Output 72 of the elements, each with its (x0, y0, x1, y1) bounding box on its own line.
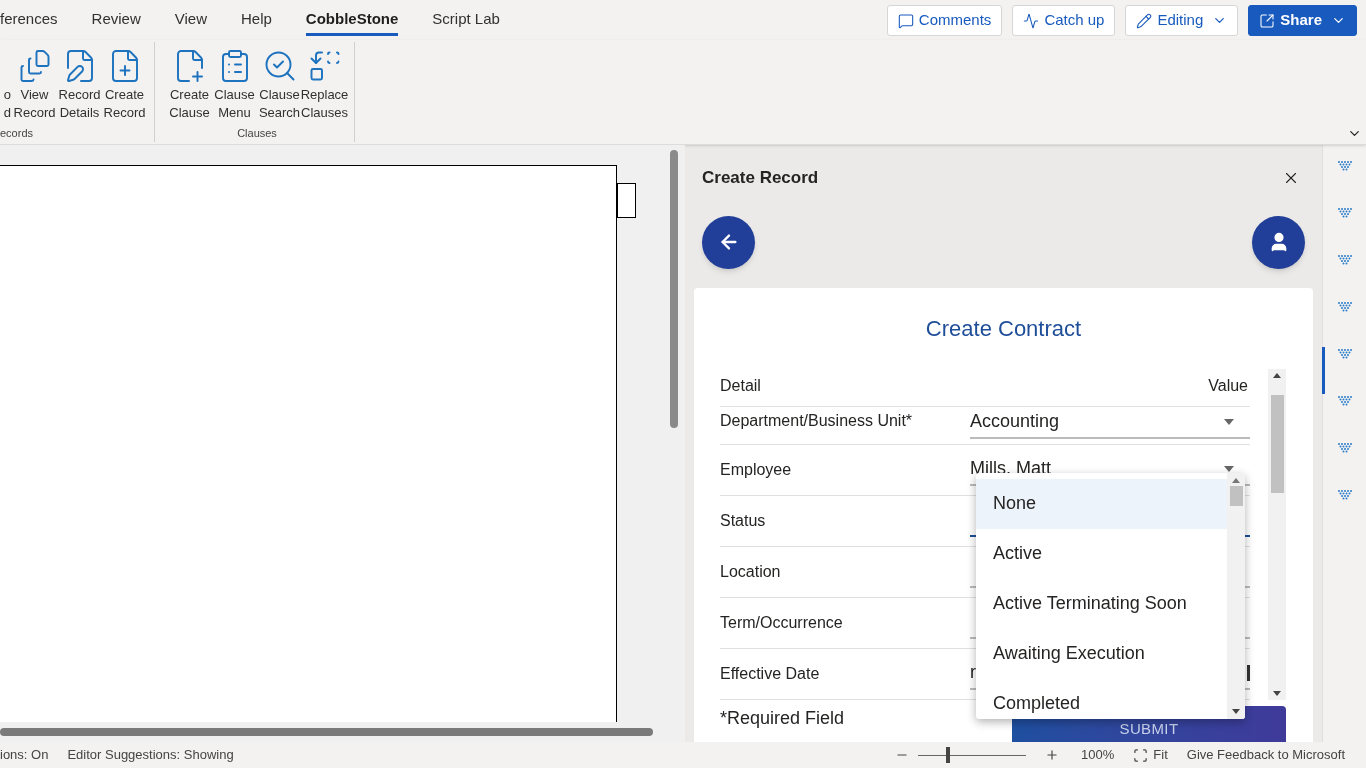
ribbon-button[interactable]: Clause Menu (213, 46, 256, 122)
dots-logo-icon[interactable] (1337, 255, 1354, 266)
dots-logo-icon[interactable] (1337, 396, 1354, 407)
dots-logo-icon[interactable] (1337, 443, 1354, 454)
dots-logo-icon[interactable] (1337, 302, 1354, 313)
ribbon-tab[interactable]: Script Lab (432, 9, 500, 36)
comment-marker (617, 183, 636, 218)
zoom-slider[interactable] (918, 747, 1027, 763)
calendar-icon[interactable] (1247, 664, 1250, 681)
field-label: Term/Occurrence (720, 612, 844, 633)
fit-button[interactable]: Fit (1153, 745, 1168, 765)
ribbon-tab[interactable]: Help (241, 9, 272, 36)
status-text: Editor Suggestions: Showing (67, 746, 234, 765)
dropdown-scrollbar[interactable] (1227, 472, 1245, 719)
field-label: Employee (720, 459, 793, 480)
dots-logo-icon[interactable] (1337, 490, 1354, 501)
ribbon-button[interactable]: Record Details (58, 46, 101, 122)
ribbon-tab[interactable]: Review (91, 9, 141, 36)
ribbon-button[interactable]: Create Record (103, 46, 146, 122)
field-label: Status (720, 510, 767, 531)
ribbon-button[interactable]: Replace Clauses (303, 46, 346, 122)
header-button[interactable]: Share (1248, 5, 1357, 36)
ribbon-button[interactable]: View Record (13, 46, 56, 122)
ribbon-tab[interactable]: ferences (0, 9, 58, 36)
share-icon (1259, 12, 1276, 29)
pencil-icon (1136, 12, 1153, 29)
field-label: Location (720, 561, 782, 582)
dropdown-option[interactable]: Active Terminating Soon (976, 578, 1227, 629)
scroll-up-icon[interactable] (1232, 477, 1240, 483)
pulse-icon (1023, 12, 1040, 29)
field-label: Department/Business Unit* (720, 410, 914, 431)
dropdown-option[interactable]: Awaiting Execution (976, 628, 1227, 679)
group-label: Clauses (237, 125, 277, 141)
dropdown-option[interactable]: Active (976, 528, 1227, 579)
ribbon-button[interactable]: Create Clause (168, 46, 211, 122)
status-text: ions: On (0, 746, 49, 765)
scroll-down-icon[interactable] (1232, 708, 1240, 714)
column-header: Value (1208, 375, 1248, 396)
fit-icon (1133, 747, 1149, 763)
feedback-link[interactable]: Give Feedback to Microsoft (1186, 745, 1345, 765)
header-button[interactable]: Editing (1125, 5, 1239, 36)
zoom-in-icon[interactable] (1045, 748, 1060, 762)
scroll-up-icon[interactable] (1273, 372, 1281, 378)
form-scrollbar[interactable] (1268, 368, 1286, 700)
caret-icon (1224, 418, 1234, 425)
dropdown-option[interactable]: None (976, 478, 1227, 529)
zoom-level[interactable]: 100% (1081, 745, 1115, 765)
select-field[interactable]: Accounting (970, 406, 1250, 439)
horizontal-scrollbar[interactable] (0, 728, 653, 736)
dots-logo-icon[interactable] (1337, 208, 1354, 219)
ribbon-button[interactable]: o d (0, 46, 11, 122)
header-button[interactable]: Comments (886, 5, 1003, 36)
form-title: Create Contract (925, 314, 1082, 343)
column-header: Detail (720, 375, 761, 396)
scroll-thumb[interactable] (1229, 485, 1243, 506)
required-note: *Required Field (720, 706, 845, 730)
pane-title: Create Record (702, 167, 819, 189)
speech-bubble-icon (897, 12, 914, 29)
header-button[interactable]: Catch up (1012, 5, 1116, 36)
field-label: Effective Date (720, 663, 821, 684)
scroll-down-icon[interactable] (1273, 690, 1281, 696)
ribbon-tab[interactable]: View (174, 9, 207, 36)
ribbon-tab[interactable]: CobbleStone (305, 9, 399, 36)
dots-logo-icon[interactable] (1337, 161, 1354, 172)
dots-logo-icon[interactable] (1337, 349, 1354, 360)
group-label: ecords (0, 125, 34, 141)
scroll-thumb[interactable] (1270, 395, 1284, 493)
vertical-scrollbar[interactable] (670, 150, 678, 428)
profile-button[interactable] (1252, 215, 1305, 269)
ribbon-button[interactable]: Clause Search (258, 46, 301, 122)
back-button[interactable] (702, 215, 755, 269)
slider-thumb[interactable] (946, 747, 951, 763)
